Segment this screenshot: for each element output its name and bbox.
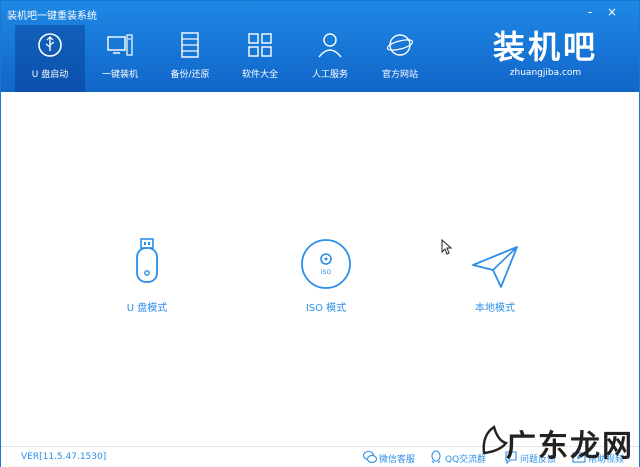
qq-icon (431, 450, 441, 464)
nav-item-backup-restore[interactable]: 备份/还原 (155, 25, 225, 92)
minimize-button[interactable]: - (583, 5, 597, 19)
nav-item-one-click-install[interactable]: 一键装机 (85, 25, 155, 92)
nav-item-usb-boot[interactable]: U 盘启动 (15, 25, 85, 92)
person-icon (318, 33, 342, 58)
usb-icon (38, 33, 62, 57)
header: 装机吧一键重装系统 - × U 盘启动 一键装机 备份/还原 软件大全 人工服务… (1, 1, 639, 92)
main-content: U 盘模式 ISO ISO 模式 本地模式 (1, 92, 639, 446)
nav-label: 一键装机 (101, 70, 138, 80)
iso-mode-label: ISO 模式 (305, 303, 347, 314)
window-title: 装机吧一键重装系统 (7, 11, 97, 22)
disc-text: ISO (321, 269, 332, 276)
brand-logo: 装机吧 zhuangjiba.com (483, 27, 608, 87)
globe-icon (387, 34, 413, 56)
nav-item-official-site[interactable]: 官方网站 (365, 25, 435, 92)
nav-label: 软件大全 (241, 70, 278, 80)
watermark-text: 广东龙网 (506, 429, 634, 464)
main-nav: U 盘启动 一键装机 备份/还原 软件大全 人工服务 官方网站 (1, 25, 441, 92)
version-label: VER[11.5.47.1530] (21, 452, 107, 462)
backup-icon (181, 32, 199, 58)
local-mode-label: 本地模式 (475, 303, 515, 314)
wechat-support-link[interactable]: 微信客服 (379, 452, 415, 465)
watermark-logo-icon (482, 425, 508, 455)
nav-label: 官方网站 (381, 70, 418, 80)
close-button[interactable]: × (605, 5, 619, 19)
nav-item-manual-service[interactable]: 人工服务 (295, 25, 365, 92)
computer-icon (107, 34, 133, 56)
app-window: 装机吧一键重装系统 - × U 盘启动 一键装机 备份/还原 软件大全 人工服务… (0, 0, 640, 467)
wechat-icon (363, 450, 377, 464)
nav-label: U 盘启动 (31, 70, 69, 80)
usb-drive-icon (136, 238, 158, 283)
local-mode-option[interactable]: 本地模式 (440, 237, 550, 314)
paper-plane-icon (472, 246, 518, 288)
usb-mode-label: U 盘模式 (126, 303, 168, 314)
nav-item-software[interactable]: 软件大全 (225, 25, 295, 92)
usb-mode-option[interactable]: U 盘模式 (92, 237, 202, 314)
nav-label: 备份/还原 (170, 70, 210, 80)
logo-text: 装机吧 (492, 28, 598, 66)
logo-url: zhuangjiba.com (509, 68, 582, 78)
title-bar: 装机吧一键重装系统 - × (1, 1, 639, 25)
nav-label: 人工服务 (311, 70, 348, 80)
disc-icon: ISO (301, 239, 351, 289)
iso-mode-option[interactable]: ISO ISO 模式 (271, 237, 381, 314)
apps-grid-icon (248, 33, 272, 57)
watermark: 广东龙网 (480, 415, 640, 467)
